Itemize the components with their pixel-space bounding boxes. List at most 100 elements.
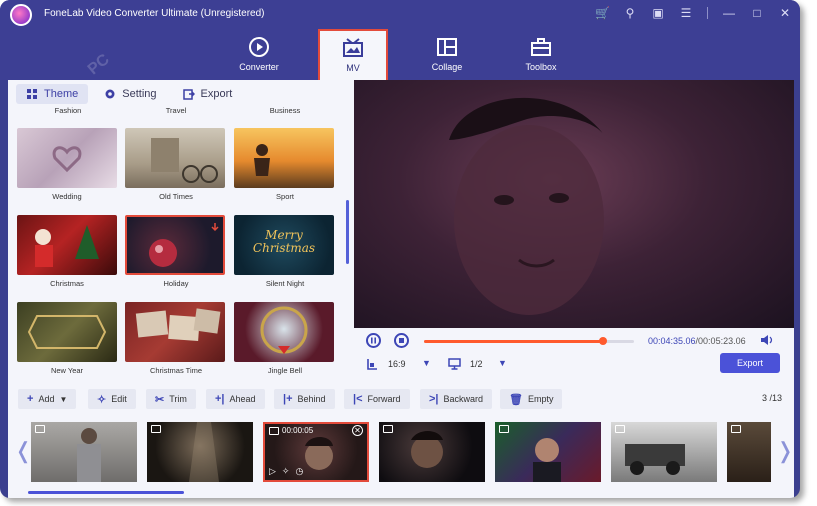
forward-button[interactable]: |< Forward: [344, 389, 410, 409]
theme-icon: [27, 89, 37, 99]
stop-button[interactable]: [394, 333, 409, 348]
edit-button[interactable]: ✧ Edit: [88, 389, 136, 409]
window-controls: 🛒 ⚲ ▣ ☰ — □ ✕: [595, 5, 792, 21]
theme-christmas-time[interactable]: [125, 302, 225, 362]
tab-export-label: Export: [200, 88, 233, 100]
screen-dropdown-icon[interactable]: ▼: [498, 358, 507, 368]
watermark: PC: [84, 50, 113, 79]
preview-frame-image: [449, 97, 604, 315]
clip-count: 3 /13: [762, 393, 782, 403]
theme-sport[interactable]: [234, 128, 334, 188]
pause-button[interactable]: [366, 333, 381, 348]
clip-2-thumbnail: [189, 422, 219, 482]
clip-6[interactable]: [611, 422, 717, 482]
theme-new-year[interactable]: [17, 302, 117, 362]
theme-panel: Theme Setting Export Fashion Travel Busi…: [8, 80, 354, 380]
feedback-icon[interactable]: ▣: [651, 5, 665, 21]
strip-scrollbar[interactable]: [28, 491, 184, 494]
cart-icon[interactable]: 🛒: [595, 5, 610, 21]
converter-icon: [249, 37, 269, 57]
monitor-icon: [448, 358, 461, 370]
theme-label-holiday: Holiday: [163, 279, 189, 288]
strip-left-arrow-icon[interactable]: ❬: [14, 438, 32, 464]
maximize-icon[interactable]: □: [750, 5, 764, 21]
progress-knob[interactable]: [598, 337, 607, 345]
screen-value[interactable]: 1/2: [470, 359, 483, 369]
theme-label-silent-night: Silent Night: [265, 279, 305, 288]
behind-icon: |+: [283, 393, 293, 405]
tab-export[interactable]: Export: [173, 84, 243, 104]
theme-wedding[interactable]: [17, 128, 117, 188]
sport-thumbnail: [254, 144, 270, 176]
key-icon[interactable]: ⚲: [623, 5, 637, 21]
theme-scrollbar[interactable]: [346, 200, 349, 264]
clip-toolbar: + Add ▼ ✧ Edit ✂ Trim +| Ahead |+ Behind…: [8, 380, 794, 418]
menu-icon[interactable]: ☰: [679, 5, 693, 21]
backward-button[interactable]: >| Backward: [420, 389, 493, 409]
edit-label: Edit: [111, 394, 127, 404]
play-icon[interactable]: ▷: [269, 466, 276, 477]
clip-7[interactable]: [727, 422, 771, 482]
tab-converter[interactable]: Converter: [224, 30, 294, 78]
theme-christmas[interactable]: [17, 215, 117, 275]
minimize-icon[interactable]: —: [722, 5, 736, 21]
trash-icon: 🗑: [509, 393, 523, 406]
ahead-label: Ahead: [229, 394, 256, 404]
image-icon: [731, 425, 741, 433]
theme-grid: Fashion Travel Business Wedding Old Time…: [8, 104, 348, 380]
tab-toolbox[interactable]: Toolbox: [506, 30, 576, 78]
tab-collage[interactable]: Collage: [412, 30, 482, 78]
export-button[interactable]: Export: [720, 353, 780, 373]
clip-5-thumbnail: [533, 438, 561, 482]
theme-old-times[interactable]: [125, 128, 225, 188]
backward-icon: >|: [429, 393, 439, 405]
clip-4-thumbnail: [411, 431, 443, 468]
tab-theme[interactable]: Theme: [16, 84, 89, 104]
clip-4[interactable]: [379, 422, 485, 482]
theme-holiday[interactable]: [125, 215, 225, 275]
tab-mv[interactable]: MV: [318, 29, 388, 81]
tab-collage-label: Collage: [431, 62, 463, 72]
controls-divider: [707, 7, 708, 19]
clip-5[interactable]: [495, 422, 601, 482]
player-controls: 00:04:35.06/00:05:23.06 16:9 ▼ 1/2 ▼ Exp…: [354, 328, 794, 380]
theme-label-new-year: New Year: [50, 366, 84, 375]
tab-setting[interactable]: Setting: [94, 84, 166, 104]
theme-label-sport: Sport: [276, 192, 294, 201]
theme-label-business: Business: [269, 106, 301, 115]
total-time: /00:05:23.06: [695, 336, 746, 346]
clip-1[interactable]: [31, 422, 137, 482]
theme-jingle-bell[interactable]: [234, 302, 334, 362]
clip-2[interactable]: [147, 422, 253, 482]
ahead-button[interactable]: +| Ahead: [206, 389, 265, 409]
clock-icon[interactable]: ◷: [295, 466, 303, 477]
empty-label: Empty: [527, 394, 554, 404]
volume-icon[interactable]: [760, 334, 774, 346]
tab-theme-label: Theme: [44, 88, 79, 100]
aspect-ratio-value[interactable]: 16:9: [388, 359, 406, 369]
clip-3-selected[interactable]: 00:00:05 ✕ ▷ ✧ ◷: [263, 422, 369, 482]
theme-label-travel: Travel: [165, 106, 187, 115]
clip-1-thumbnail: [77, 428, 101, 482]
theme-silent-night[interactable]: Merry Christmas: [234, 215, 334, 275]
theme-label-old-times: Old Times: [159, 192, 193, 201]
backward-label: Backward: [443, 394, 484, 404]
trim-label: Trim: [169, 394, 187, 404]
remove-clip-icon[interactable]: ✕: [352, 425, 363, 436]
theme-label-christmas: Christmas: [50, 279, 84, 288]
main-nav: PC Converter MV Collage Toolbox: [0, 28, 800, 81]
empty-button[interactable]: 🗑 Empty: [500, 389, 563, 409]
christmas-time-thumbnail: [135, 308, 221, 342]
effect-icon[interactable]: ✧: [282, 466, 290, 477]
add-button[interactable]: + Add ▼: [18, 389, 77, 409]
strip-right-arrow-icon[interactable]: ❭: [776, 438, 794, 464]
new-year-thumbnail: [27, 315, 107, 349]
behind-button[interactable]: |+ Behind: [274, 389, 335, 409]
trim-button[interactable]: ✂ Trim: [146, 389, 196, 409]
close-icon[interactable]: ✕: [778, 5, 792, 21]
tab-converter-label: Converter: [239, 62, 279, 72]
stop-icon: [399, 338, 404, 343]
plus-icon: +: [27, 393, 34, 405]
aspect-ratio-dropdown-icon[interactable]: ▼: [422, 358, 431, 368]
image-icon: [269, 427, 279, 435]
